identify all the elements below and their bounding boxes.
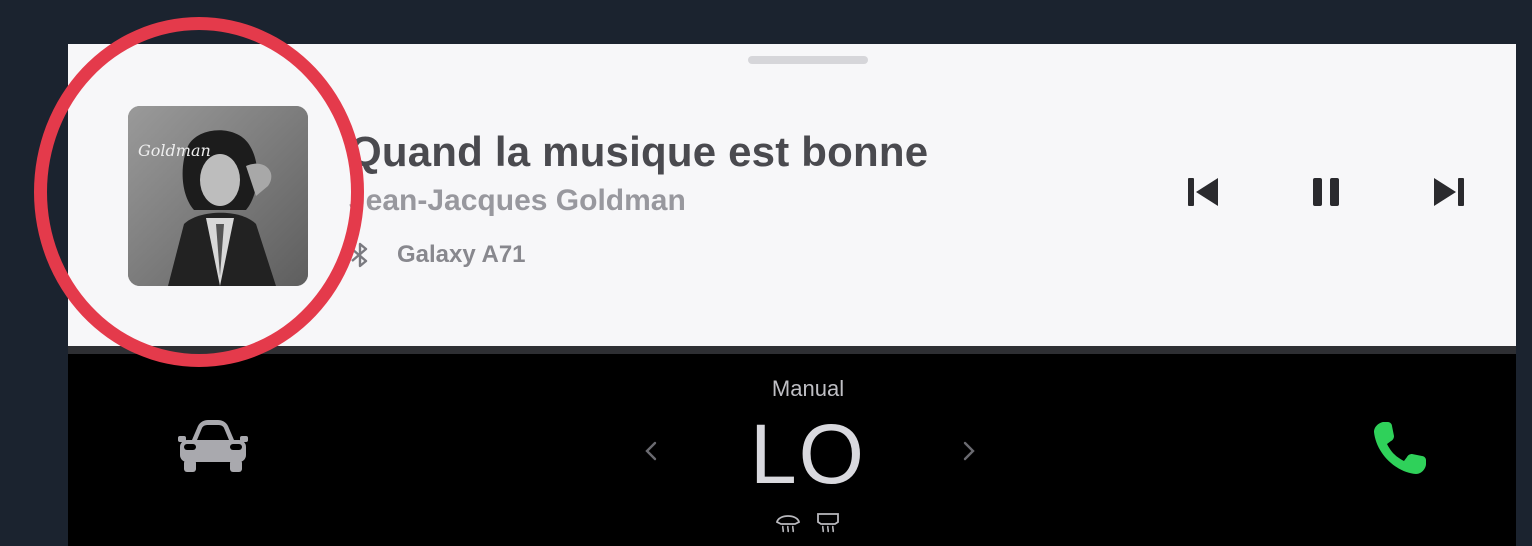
skip-previous-icon bbox=[1188, 178, 1218, 206]
skip-next-icon bbox=[1434, 178, 1464, 206]
media-player-card[interactable]: Goldman Quand la musique est bonne Jean-… bbox=[68, 44, 1516, 346]
rear-defrost-icon[interactable] bbox=[815, 512, 841, 534]
climate-control: Manual LO bbox=[628, 354, 988, 546]
bottom-bar: Manual LO bbox=[68, 354, 1516, 546]
playback-controls bbox=[1180, 168, 1472, 216]
pause-button[interactable] bbox=[1302, 168, 1350, 216]
skip-next-button[interactable] bbox=[1424, 168, 1472, 216]
artist-name: Jean-Jacques Goldman bbox=[349, 184, 686, 217]
skip-previous-button[interactable] bbox=[1180, 168, 1228, 216]
defrost-buttons bbox=[628, 512, 988, 534]
card-divider bbox=[68, 346, 1516, 354]
climate-mode-label: Manual bbox=[771, 376, 845, 401]
front-defrost-icon[interactable] bbox=[775, 512, 801, 534]
chevron-right-icon[interactable] bbox=[954, 436, 984, 466]
car-display: Goldman Quand la musique est bonne Jean-… bbox=[68, 44, 1516, 546]
track-title: Quand la musique est bonne bbox=[349, 128, 929, 175]
svg-text:Goldman: Goldman bbox=[138, 141, 211, 160]
bluetooth-icon bbox=[351, 242, 368, 268]
temperature-display[interactable]: LO bbox=[628, 406, 988, 503]
source-device-name: Galaxy A71 bbox=[397, 241, 526, 268]
album-art[interactable]: Goldman bbox=[128, 106, 308, 286]
car-icon[interactable] bbox=[178, 420, 248, 474]
pause-icon bbox=[1313, 178, 1339, 206]
drag-handle[interactable] bbox=[748, 56, 868, 64]
source-device[interactable]: Galaxy A71 bbox=[349, 240, 526, 270]
phone-icon[interactable] bbox=[1370, 418, 1430, 478]
